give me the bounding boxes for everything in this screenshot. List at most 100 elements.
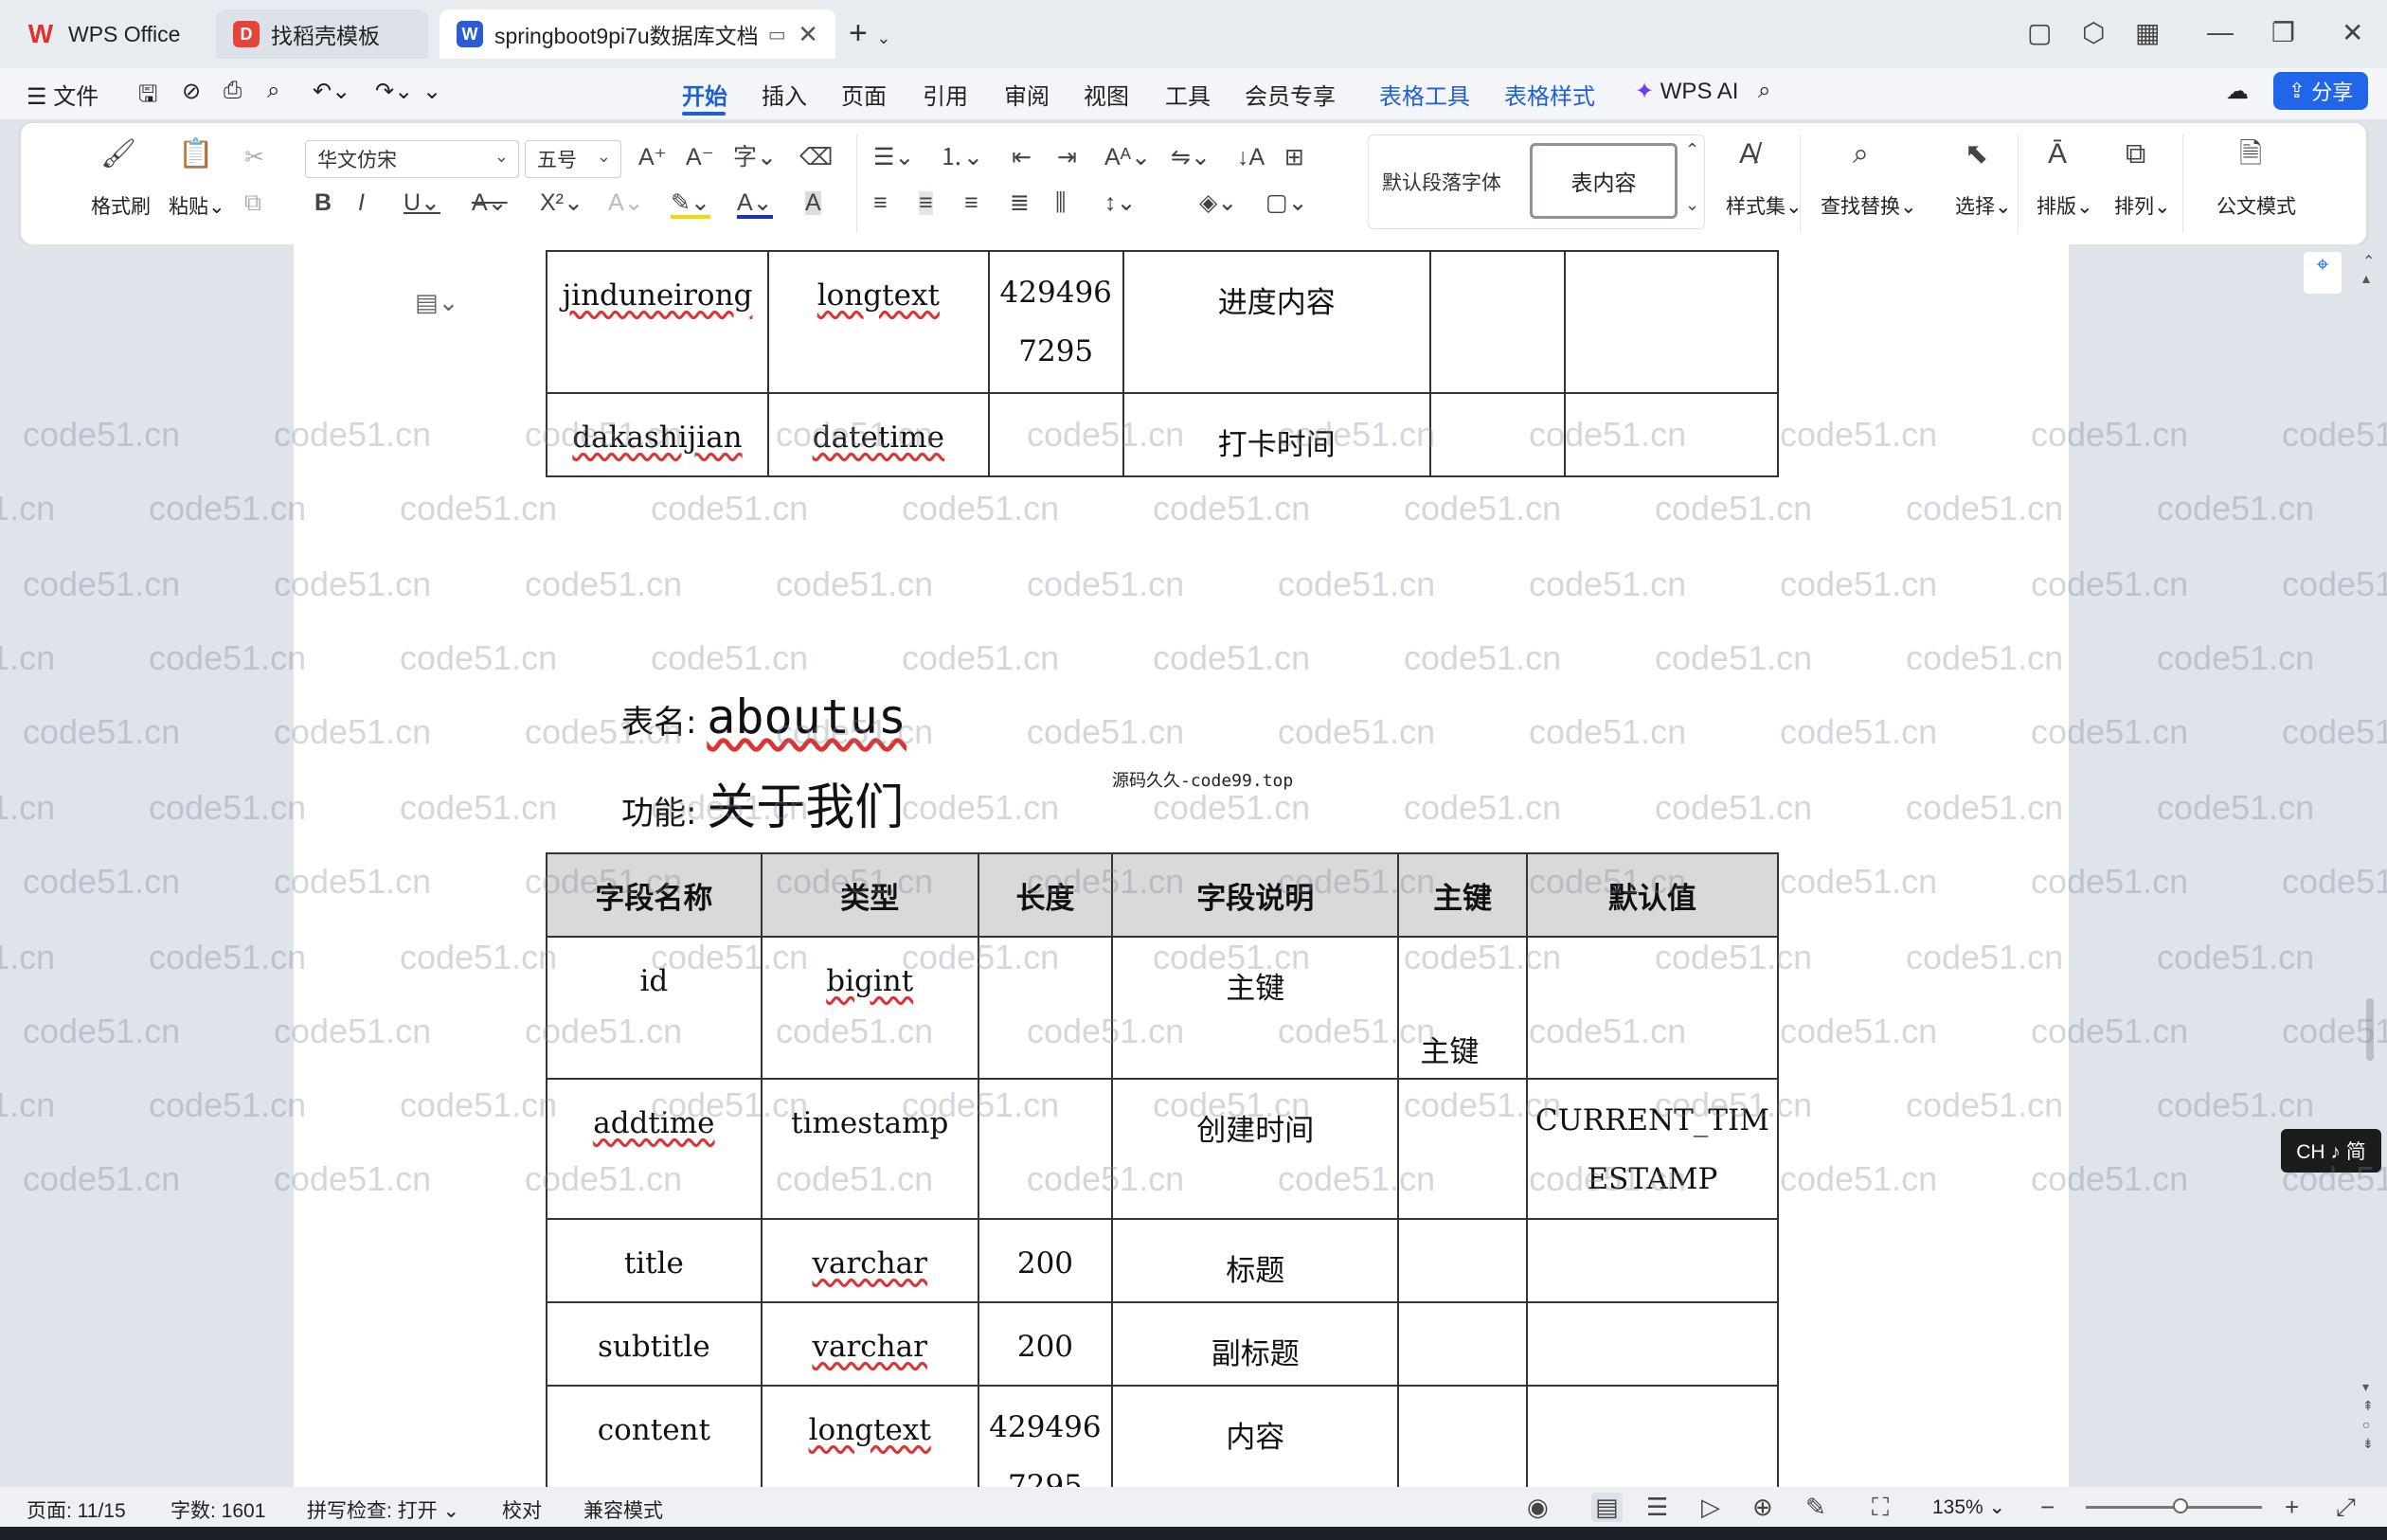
menu-view[interactable]: 视图 bbox=[1084, 78, 1129, 111]
print-preview-icon[interactable]: ⌕ bbox=[267, 78, 279, 104]
avatar[interactable]: ▦ bbox=[2135, 17, 2160, 48]
tab-wps-office[interactable]: W WPS Office bbox=[8, 9, 203, 59]
style-more-icon[interactable]: ⌄ bbox=[1685, 196, 1699, 213]
font-color-icon[interactable]: A⌄ bbox=[737, 191, 773, 219]
find-replace-icon[interactable]: ⌕ bbox=[1853, 140, 1869, 169]
page-view-icon[interactable]: ▤ bbox=[1591, 1493, 1623, 1522]
new-tab-button[interactable]: + ⌄ bbox=[849, 15, 890, 52]
menu-page[interactable]: 页面 bbox=[841, 78, 887, 111]
select-cursor-icon[interactable]: ⬉ bbox=[1965, 140, 1988, 169]
align-left-icon[interactable]: ≡ bbox=[873, 191, 888, 215]
shading-icon[interactable]: ◈⌄ bbox=[1199, 191, 1237, 215]
font-size-select[interactable]: 五号 ⌄ bbox=[525, 140, 621, 178]
proofread-button[interactable]: 校对 bbox=[502, 1495, 542, 1524]
cut-icon[interactable]: ✂ bbox=[244, 146, 264, 170]
field-name-cell[interactable]: content bbox=[546, 1385, 763, 1487]
grow-font-icon[interactable]: A⁺ bbox=[638, 146, 667, 170]
sort-az-icon[interactable]: ↓A bbox=[1237, 146, 1265, 170]
zoom-level[interactable]: 135% ⌄ bbox=[1932, 1495, 2005, 1519]
outline-view-icon[interactable]: ☰ bbox=[1646, 1493, 1668, 1522]
fit-page-icon[interactable]: ⛶ bbox=[1872, 1493, 1889, 1523]
save-icon[interactable]: 🖫 bbox=[138, 78, 157, 116]
underline-icon[interactable]: U⌄ bbox=[404, 191, 440, 215]
close-window-icon[interactable]: ✕ bbox=[2342, 17, 2363, 48]
field-name-cell[interactable]: jinduneirong bbox=[546, 250, 769, 394]
menu-tools[interactable]: 工具 bbox=[1165, 78, 1211, 111]
line-spacing-icon[interactable]: ↕⌄ bbox=[1104, 191, 1136, 215]
find-replace-label[interactable]: 查找替换⌄ bbox=[1821, 191, 1917, 220]
cloud-upload-icon[interactable]: ☁ bbox=[2226, 78, 2249, 105]
paste-icon[interactable]: 📋 bbox=[178, 140, 213, 169]
type-cell[interactable]: longtext bbox=[760, 1385, 979, 1487]
copy-icon[interactable]: ⧉ bbox=[244, 191, 261, 215]
description-cell[interactable]: 标题 bbox=[1111, 1218, 1400, 1303]
decrease-indent-icon[interactable]: ⇤ bbox=[1012, 146, 1032, 170]
bullet-list-icon[interactable]: ☰⌄ bbox=[873, 146, 914, 170]
minimize-icon[interactable]: — bbox=[2207, 17, 2234, 47]
type-cell[interactable]: timestamp bbox=[760, 1078, 979, 1220]
description-cell[interactable]: 创建时间 bbox=[1111, 1078, 1400, 1220]
justify-icon[interactable]: ≣ bbox=[1010, 191, 1030, 215]
page-indicator[interactable]: 页面: 11/15 bbox=[27, 1495, 126, 1524]
header-description[interactable]: 字段说明 bbox=[1111, 852, 1400, 938]
menu-insert[interactable]: 插入 bbox=[762, 78, 807, 111]
redo-icon[interactable]: ↷⌄ bbox=[375, 78, 413, 105]
align-center-icon[interactable]: ≡ bbox=[919, 191, 933, 215]
char-shading-icon[interactable]: A bbox=[805, 191, 821, 215]
document-page[interactable]: ▤⌄ jinduneirong longtext 429496 7295 进度内… bbox=[294, 244, 2069, 1487]
menu-reference[interactable]: 引用 bbox=[923, 78, 968, 111]
menu-home[interactable]: 开始 bbox=[682, 78, 727, 111]
text-effect-icon[interactable]: A⌄ bbox=[608, 191, 644, 215]
default-cell[interactable] bbox=[1525, 1385, 1780, 1487]
header-field-name[interactable]: 字段名称 bbox=[546, 852, 763, 938]
style-default-paragraph-font[interactable]: 默认段落字体 bbox=[1382, 168, 1501, 196]
search-icon[interactable]: ⌕ bbox=[1758, 78, 1770, 104]
length-cell[interactable]: 200 bbox=[977, 1218, 1114, 1303]
undo-icon[interactable]: ↶⌄ bbox=[313, 78, 350, 105]
fullscreen-icon[interactable]: ⤢ bbox=[2336, 1493, 2356, 1523]
length-cell[interactable] bbox=[987, 392, 1124, 477]
primary-key-cell[interactable] bbox=[1397, 1301, 1528, 1387]
phonetic-icon[interactable]: 字⌄ bbox=[733, 146, 777, 170]
primary-key-cell[interactable] bbox=[1428, 392, 1566, 477]
type-cell[interactable]: longtext bbox=[766, 250, 990, 394]
layout-icon[interactable]: ▢ bbox=[2027, 17, 2052, 48]
distribute-icon[interactable]: ⫼ bbox=[1055, 191, 1067, 215]
cube-icon[interactable]: ⬡ bbox=[2082, 17, 2105, 48]
style-table-content[interactable]: 表内容 bbox=[1530, 143, 1678, 219]
tab-document[interactable]: W springboot9pi7u数据库文档 ▭ ✕ bbox=[440, 9, 835, 59]
pen-icon[interactable]: ✎ bbox=[1805, 1493, 1826, 1522]
superscript-icon[interactable]: X²⌄ bbox=[540, 191, 583, 215]
style-scroll-up-icon[interactable]: ⌃ bbox=[1685, 141, 1699, 158]
sort-icon[interactable]: ⇋⌄ bbox=[1171, 146, 1211, 170]
play-icon[interactable]: ▷ bbox=[1701, 1493, 1720, 1522]
header-default[interactable]: 默认值 bbox=[1525, 852, 1780, 938]
arrange-icon[interactable]: ⧉ bbox=[2126, 140, 2145, 169]
ime-indicator[interactable]: CH ♪ 简 bbox=[2281, 1129, 2381, 1173]
vertical-scrollbar-thumb[interactable] bbox=[2366, 998, 2374, 1061]
type-cell[interactable]: varchar bbox=[760, 1301, 979, 1387]
field-name-cell[interactable]: addtime bbox=[546, 1078, 763, 1220]
length-cell[interactable]: 429496 7295 bbox=[987, 250, 1124, 394]
bold-icon[interactable]: B bbox=[314, 191, 332, 215]
layout-text-icon[interactable]: Ā bbox=[2048, 140, 2067, 169]
description-cell[interactable]: 进度内容 bbox=[1122, 250, 1431, 394]
italic-icon[interactable]: I bbox=[358, 191, 365, 215]
align-right-icon[interactable]: ≡ bbox=[964, 191, 978, 215]
length-cell[interactable]: 200 bbox=[977, 1301, 1114, 1387]
restore-icon[interactable]: ❐ bbox=[2271, 17, 2295, 48]
link-icon[interactable]: ⊘ bbox=[182, 78, 201, 105]
official-mode-label[interactable]: 公文模式 bbox=[2216, 191, 2296, 220]
primary-key-cell[interactable] bbox=[1397, 1078, 1528, 1220]
menu-member[interactable]: 会员专享 bbox=[1245, 78, 1336, 111]
primary-key-cell[interactable] bbox=[1397, 1218, 1528, 1303]
text-direction-icon[interactable]: Aᴬ⌄ bbox=[1104, 146, 1151, 170]
official-doc-icon[interactable]: 🗎 bbox=[2239, 140, 2262, 169]
print-icon[interactable]: ⎙ bbox=[224, 78, 242, 104]
primary-key-cell[interactable] bbox=[1397, 1385, 1528, 1487]
description-cell[interactable]: 副标题 bbox=[1111, 1301, 1400, 1387]
field-name-cell[interactable]: title bbox=[546, 1218, 763, 1303]
scroll-down-controls[interactable]: ▾ ⇞ ○ ⇟ bbox=[2362, 1377, 2374, 1453]
default-cell[interactable] bbox=[1563, 392, 1780, 477]
header-type[interactable]: 类型 bbox=[760, 852, 979, 938]
